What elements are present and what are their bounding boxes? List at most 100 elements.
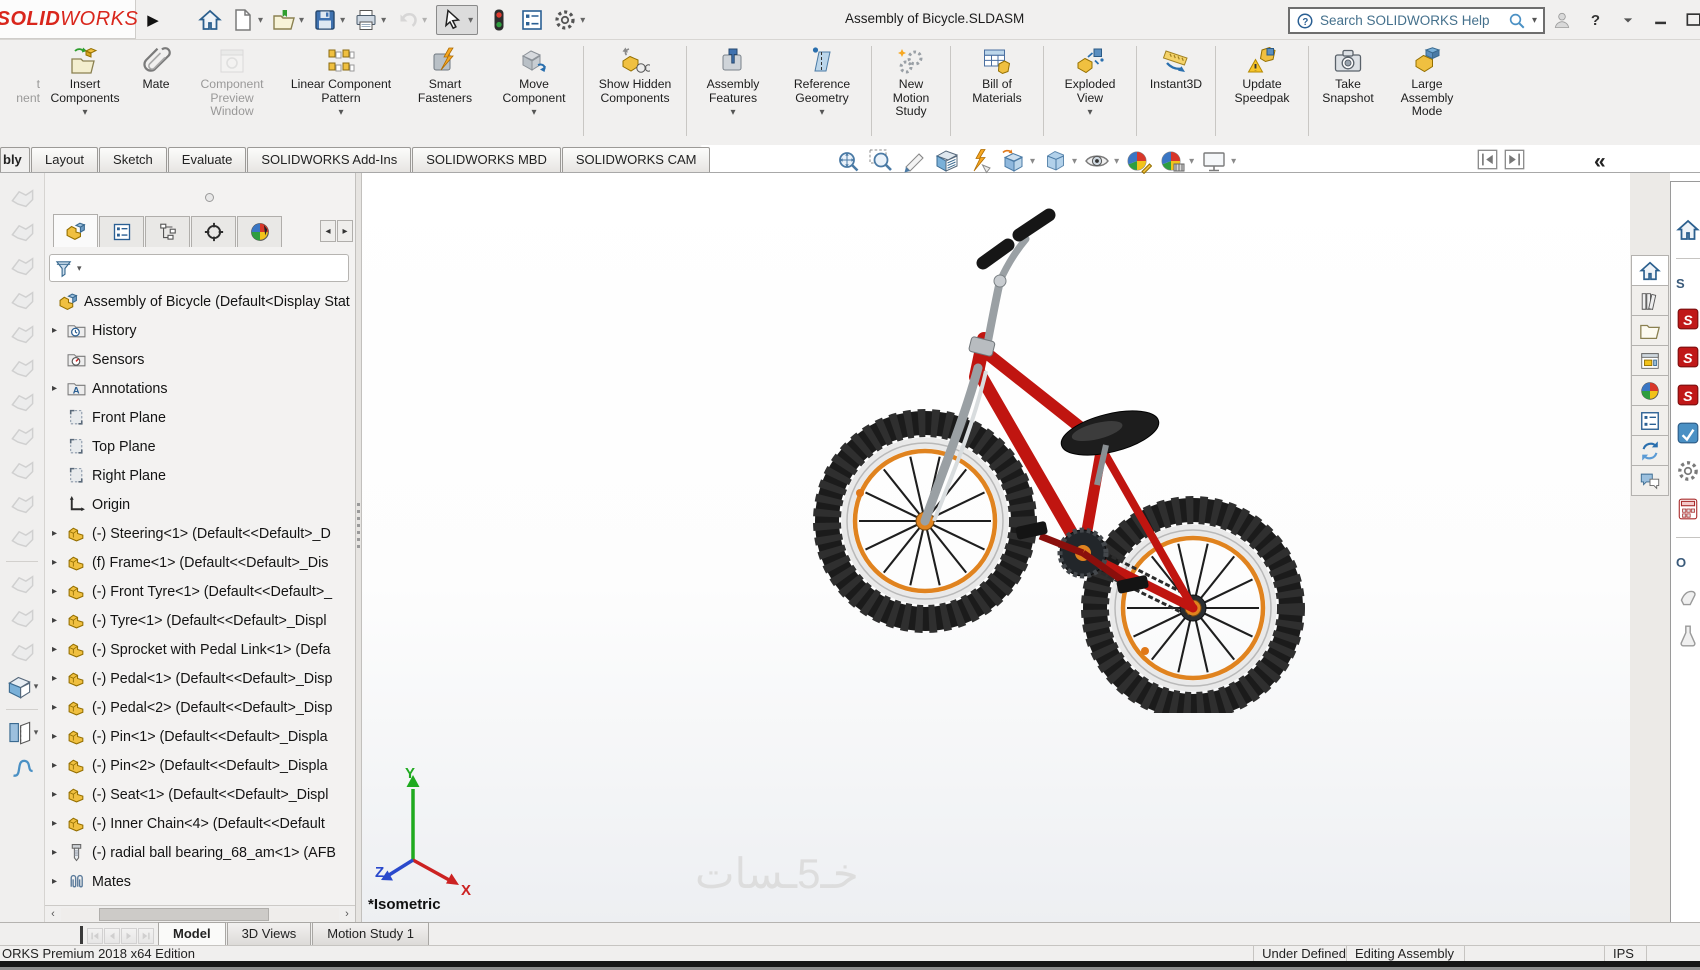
tab-nav-button[interactable] bbox=[104, 928, 120, 944]
tree-horizontal-scrollbar[interactable]: ‹ › bbox=[45, 905, 355, 922]
expand-arrow-icon[interactable] bbox=[52, 615, 67, 626]
collapse-taskpane-icon[interactable] bbox=[1594, 150, 1606, 174]
view-tool-button[interactable] bbox=[901, 148, 927, 174]
left-tool-button[interactable] bbox=[9, 287, 36, 314]
left-tool-button[interactable] bbox=[9, 491, 36, 518]
ribbon-button[interactable]: Large Assembly Mode bbox=[1384, 45, 1470, 119]
left-tool-button[interactable] bbox=[6, 719, 39, 746]
ribbon-button[interactable]: t nent bbox=[0, 45, 42, 105]
view-tool-button[interactable] bbox=[967, 148, 993, 174]
document-tab[interactable]: Model bbox=[158, 922, 226, 945]
scroll-left-icon[interactable]: ‹ bbox=[45, 907, 61, 922]
bicycle-3d-model[interactable] bbox=[788, 193, 1328, 713]
task-pane-item[interactable] bbox=[1676, 459, 1700, 483]
left-tool-button[interactable] bbox=[9, 389, 36, 416]
view-tool-button[interactable] bbox=[1201, 148, 1236, 174]
tree-item[interactable]: Assembly of Bicycle (Default<Display Sta… bbox=[45, 287, 355, 316]
quick-tool-button[interactable] bbox=[436, 5, 479, 35]
separator[interactable] bbox=[686, 46, 687, 136]
left-tool-button[interactable] bbox=[6, 673, 39, 700]
left-tool-button[interactable] bbox=[9, 185, 36, 212]
tree-item[interactable]: Right Plane bbox=[45, 461, 355, 490]
fm-tabs-left-arrow-icon[interactable] bbox=[320, 220, 336, 242]
menu-flyout-arrow-icon[interactable] bbox=[143, 7, 163, 33]
separator[interactable] bbox=[1136, 46, 1137, 136]
left-tool-button[interactable] bbox=[9, 571, 36, 598]
tab-nav-button[interactable] bbox=[87, 928, 103, 944]
tree-item[interactable]: Origin bbox=[45, 490, 355, 519]
separator[interactable] bbox=[6, 709, 38, 710]
left-tool-button[interactable] bbox=[9, 253, 36, 280]
scrollbar-track[interactable] bbox=[61, 907, 339, 921]
task-pane-item[interactable]: S bbox=[1676, 275, 1685, 293]
task-pane-item[interactable]: S bbox=[1676, 307, 1700, 331]
left-tool-button[interactable] bbox=[9, 525, 36, 552]
feature-manager-tab[interactable] bbox=[145, 216, 190, 247]
tab-nav-button[interactable] bbox=[121, 928, 137, 944]
task-pane-tab[interactable] bbox=[1631, 405, 1669, 436]
ribbon-tab[interactable]: Layout bbox=[31, 147, 99, 172]
ribbon-tab[interactable]: SOLIDWORKS MBD bbox=[412, 147, 561, 172]
separator[interactable] bbox=[1308, 46, 1309, 136]
tree-item[interactable]: History bbox=[45, 316, 355, 345]
ribbon-button[interactable]: Bill of Materials bbox=[954, 45, 1040, 105]
tab-splitter[interactable] bbox=[80, 926, 83, 944]
fm-tabs-right-arrow-icon[interactable] bbox=[337, 220, 353, 242]
left-tool-button[interactable] bbox=[9, 423, 36, 450]
help-search-box[interactable]: ? Search SOLIDWORKS Help ▾ bbox=[1288, 7, 1545, 34]
task-pane-tab[interactable] bbox=[1631, 375, 1669, 406]
expand-arrow-icon[interactable] bbox=[52, 586, 67, 597]
left-tool-button[interactable] bbox=[9, 321, 36, 348]
ribbon-button[interactable]: Smart Fasteners bbox=[402, 45, 488, 105]
tree-item[interactable]: (-) Pedal<2> (Default<<Default>_Disp bbox=[45, 693, 355, 722]
view-tool-button[interactable] bbox=[1042, 148, 1077, 174]
tree-filter[interactable] bbox=[49, 254, 349, 282]
feature-manager-tab[interactable] bbox=[191, 216, 236, 247]
separator[interactable] bbox=[1043, 46, 1044, 136]
separator[interactable] bbox=[583, 46, 584, 136]
pane-button[interactable] bbox=[1504, 149, 1525, 170]
ribbon-button[interactable]: Instant3D bbox=[1140, 45, 1212, 92]
task-pane-tab[interactable] bbox=[1631, 465, 1669, 496]
quick-tool-button[interactable] bbox=[520, 5, 544, 35]
separator[interactable] bbox=[1676, 258, 1700, 259]
tree-item[interactable]: (-) Tyre<1> (Default<<Default>_Displ bbox=[45, 606, 355, 635]
tree-item[interactable]: (-) Pedal<1> (Default<<Default>_Disp bbox=[45, 664, 355, 693]
left-tool-button[interactable] bbox=[9, 639, 36, 666]
scroll-right-icon[interactable]: › bbox=[339, 907, 355, 922]
task-pane-item[interactable]: O bbox=[1676, 554, 1686, 572]
expand-arrow-icon[interactable] bbox=[52, 383, 67, 394]
ribbon-button[interactable]: Component Preview Window bbox=[184, 45, 280, 119]
ribbon-button[interactable]: Reference Geometry bbox=[776, 45, 868, 118]
pane-button[interactable] bbox=[1477, 149, 1498, 170]
view-tool-button[interactable] bbox=[934, 148, 960, 174]
ribbon-tab[interactable]: bly bbox=[0, 147, 30, 172]
panel-splitter-knob[interactable] bbox=[205, 193, 214, 202]
tree-item[interactable]: (-) radial ball bearing_68_am<1> (AFB bbox=[45, 838, 355, 867]
ribbon-button[interactable]: Assembly Features bbox=[690, 45, 776, 118]
view-tool-button[interactable] bbox=[868, 148, 894, 174]
quick-tool-button[interactable] bbox=[231, 5, 263, 35]
tree-item[interactable]: (-) Pin<1> (Default<<Default>_Displa bbox=[45, 722, 355, 751]
expand-arrow-icon[interactable] bbox=[52, 876, 67, 887]
quick-tool-button[interactable] bbox=[487, 5, 511, 35]
separator[interactable] bbox=[950, 46, 951, 136]
window-control-button[interactable] bbox=[1684, 10, 1700, 30]
ribbon-button[interactable]: Exploded View bbox=[1047, 45, 1133, 118]
expand-arrow-icon[interactable] bbox=[52, 325, 67, 336]
task-pane-item[interactable] bbox=[1676, 586, 1700, 610]
tree-item[interactable]: Front Plane bbox=[45, 403, 355, 432]
ribbon-button[interactable]: Move Component bbox=[488, 45, 580, 118]
ribbon-tab[interactable]: SOLIDWORKS CAM bbox=[561, 147, 711, 172]
expand-arrow-icon[interactable] bbox=[52, 673, 67, 684]
ribbon-button[interactable]: New Motion Study bbox=[875, 45, 947, 119]
view-tool-button[interactable] bbox=[1159, 148, 1194, 174]
search-icon[interactable] bbox=[1508, 12, 1526, 30]
expand-arrow-icon[interactable] bbox=[52, 789, 67, 800]
task-pane-item[interactable] bbox=[1676, 421, 1700, 445]
task-pane-item[interactable] bbox=[1676, 624, 1700, 648]
tree-item[interactable]: A Annotations bbox=[45, 374, 355, 403]
task-pane-item[interactable] bbox=[1676, 218, 1700, 242]
ribbon-button[interactable]: Linear Component Pattern bbox=[280, 45, 402, 118]
ribbon-button[interactable]: Insert Components bbox=[42, 45, 128, 118]
